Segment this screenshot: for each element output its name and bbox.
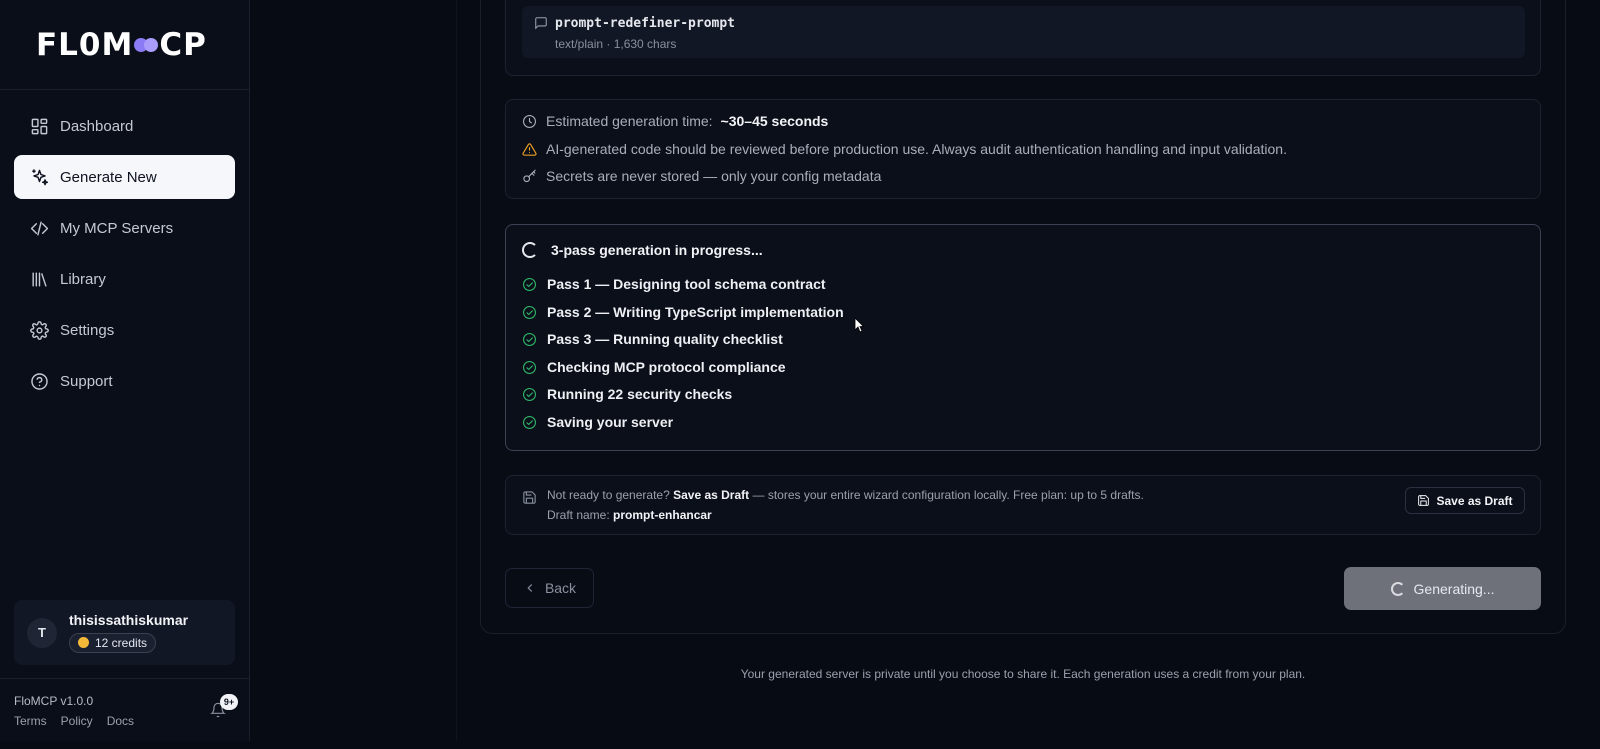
footer-links: Terms Policy Docs <box>14 714 134 728</box>
logo-text-accent: CP <box>159 26 207 63</box>
check-circle-icon <box>523 332 536 346</box>
progress-step: Pass 3 — Running quality checklist <box>522 331 783 347</box>
sidebar-item-label: Support <box>60 372 113 390</box>
sidebar-footer-divider <box>0 678 250 679</box>
progress-step: Pass 1 — Designing tool schema contract <box>522 276 826 292</box>
mouse-cursor-icon <box>854 317 864 333</box>
secrets-text: Secrets are never stored — only your con… <box>546 168 882 184</box>
user-info: thisissathiskumar 12 credits <box>69 612 188 654</box>
library-icon <box>32 271 47 287</box>
progress-step: Saving your server <box>522 414 673 430</box>
sidebar-item-label: My MCP Servers <box>60 219 174 237</box>
check-circle-icon <box>523 415 536 429</box>
back-button[interactable]: Back <box>505 568 594 608</box>
sidebar-item-label: Library <box>60 270 106 288</box>
generating-button[interactable]: Generating... <box>1344 567 1541 610</box>
step-label: Pass 3 — Running quality checklist <box>547 331 783 347</box>
app-logo[interactable]: FL0M CP <box>36 27 207 63</box>
sidebar-item-label: Settings <box>60 321 115 339</box>
gear-icon <box>30 320 49 340</box>
credits-label: 12 credits <box>95 635 148 650</box>
estimate-label: Estimated generation time: <box>546 113 713 129</box>
sidebar-item-settings[interactable]: Settings <box>14 308 235 352</box>
resource-meta: text/plain · 1,630 chars <box>555 37 677 51</box>
progress-step: Checking MCP protocol compliance <box>522 359 786 375</box>
sidebar-item-label: Generate New <box>60 168 157 186</box>
draft-name-label: Draft name: <box>547 508 610 522</box>
generating-label: Generating... <box>1413 580 1495 597</box>
floppy-disk-icon <box>1418 495 1430 506</box>
sidebar-item-dashboard[interactable]: Dashboard <box>14 104 235 148</box>
progress-title: 3-pass generation in progress... <box>522 242 763 258</box>
docs-link[interactable]: Docs <box>107 714 134 728</box>
progress-title-text: 3-pass generation in progress... <box>551 242 763 258</box>
check-circle-icon <box>523 387 536 401</box>
warning-icon <box>522 142 537 156</box>
logo-area: FL0M CP <box>0 0 249 90</box>
avatar: T <box>27 617 57 648</box>
chevron-left-icon <box>527 584 533 592</box>
sidebar: FL0M CP Dashboard Generate New My MCP Se… <box>0 0 250 741</box>
help-circle-icon <box>31 372 48 390</box>
secrets-line: Secrets are never stored — only your con… <box>522 168 881 184</box>
check-circle-icon <box>523 360 536 374</box>
step-label: Pass 2 — Writing TypeScript implementati… <box>547 304 844 320</box>
spinner-icon <box>522 242 538 258</box>
step-label: Pass 1 — Designing tool schema contract <box>547 276 826 292</box>
sidebar-item-label: Dashboard <box>60 117 134 135</box>
code-icon <box>30 220 49 236</box>
back-label: Back <box>544 580 577 596</box>
step-label: Running 22 security checks <box>547 386 733 402</box>
logo-mark-icon <box>134 37 159 52</box>
resource-name: prompt-redefiner-prompt <box>555 16 736 31</box>
check-circle-icon <box>523 277 536 291</box>
privacy-note: Your generated server is private until y… <box>740 667 1306 681</box>
app-version: FloMCP v1.0.0 <box>14 694 94 708</box>
spinner-icon <box>1390 581 1405 596</box>
key-icon <box>523 169 536 182</box>
draft-bold: Save as Draft <box>673 488 750 502</box>
sparkles-icon <box>32 168 49 185</box>
step-label: Saving your server <box>547 414 674 430</box>
sidebar-item-generate-new[interactable]: Generate New <box>14 155 235 199</box>
sidebar-item-library[interactable]: Library <box>14 257 235 301</box>
grid-icon <box>31 118 48 134</box>
save-draft-label: Save as Draft <box>1436 493 1513 508</box>
floppy-disk-icon <box>522 490 537 505</box>
progress-step: Running 22 security checks <box>522 386 732 402</box>
notification-badge: 9+ <box>220 694 238 710</box>
user-name: thisissathiskumar <box>69 611 189 628</box>
credits-badge: 12 credits <box>69 632 157 653</box>
column-divider <box>456 0 457 741</box>
progress-step: Pass 2 — Writing TypeScript implementati… <box>522 304 844 320</box>
estimate-line: Estimated generation time: ~30–45 second… <box>522 113 828 129</box>
message-icon <box>534 16 548 30</box>
warning-line: AI-generated code should be reviewed bef… <box>522 141 1287 157</box>
draft-name-line: Draft name: prompt-enhancar <box>547 508 712 522</box>
save-draft-button[interactable]: Save as Draft <box>1405 487 1525 514</box>
check-circle-icon <box>523 305 536 319</box>
clock-icon <box>523 114 536 128</box>
draft-suffix: — stores your entire wizard configuratio… <box>752 488 1144 502</box>
draft-description: Not ready to generate? Save as Draft — s… <box>547 488 1144 502</box>
save-draft-section <box>505 475 1541 535</box>
user-card[interactable]: T thisissathiskumar 12 credits <box>14 600 235 665</box>
logo-text-main: FL0M <box>36 26 134 63</box>
terms-link[interactable]: Terms <box>14 714 47 728</box>
estimate-value: ~30–45 seconds <box>720 113 829 129</box>
policy-link[interactable]: Policy <box>61 714 93 728</box>
step-label: Checking MCP protocol compliance <box>547 359 786 375</box>
sidebar-item-my-mcp-servers[interactable]: My MCP Servers <box>14 206 235 250</box>
draft-prefix: Not ready to generate? <box>547 488 670 502</box>
coin-icon <box>78 637 89 649</box>
draft-name-value: prompt-enhancar <box>613 508 712 522</box>
warning-text: AI-generated code should be reviewed bef… <box>546 141 1287 157</box>
sidebar-item-support[interactable]: Support <box>14 359 235 403</box>
sidebar-nav: Dashboard Generate New My MCP Servers Li… <box>0 90 249 403</box>
